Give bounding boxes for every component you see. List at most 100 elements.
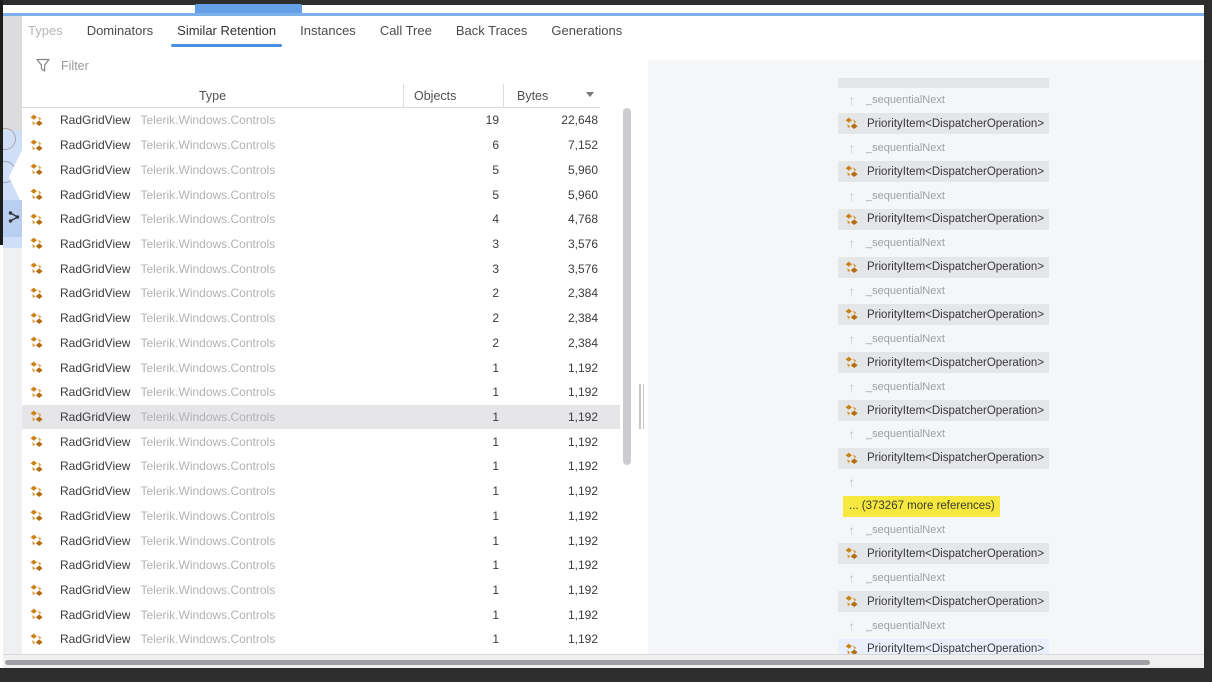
column-header-bytes[interactable]: Bytes [503, 84, 600, 107]
type-name: RadGridView [60, 583, 131, 598]
table-row[interactable]: RadGridView Telerik.Windows.Controls 1 1,19… [22, 553, 620, 578]
retention-node-label: PriorityItem<DispatcherOperation> [867, 547, 1045, 560]
filter-placeholder[interactable]: Filter [61, 59, 89, 73]
tab-call-tree[interactable]: Call Tree [380, 22, 432, 39]
retention-node-label: PriorityItem<DispatcherOperation> [867, 308, 1045, 321]
table-vertical-scrollbar[interactable] [623, 108, 631, 465]
retention-node[interactable]: PriorityItem<DispatcherOperation> [838, 400, 1049, 422]
retention-node[interactable]: PriorityItem<DispatcherOperation> [838, 304, 1049, 326]
tab-types[interactable]: Types [28, 22, 63, 39]
arrow-up-icon: ↑ [848, 139, 855, 156]
type-namespace: Telerik.Windows.Controls [140, 162, 276, 177]
table-row[interactable]: RadGridView Telerik.Windows.Controls 3 3,57… [22, 256, 620, 281]
table-row[interactable]: RadGridView Telerik.Windows.Controls 1 1,19… [22, 429, 620, 454]
bytes-value: 1,192 [567, 607, 598, 622]
retention-node[interactable]: PriorityItem<DispatcherOperation> [838, 447, 1049, 469]
class-type-icon [30, 509, 43, 522]
table-row[interactable]: RadGridView Telerik.Windows.Controls 5 5,96… [22, 182, 620, 207]
horizontal-scrollbar[interactable] [3, 654, 1204, 668]
dock-selected-analysis-tile[interactable] [3, 200, 22, 237]
table-row[interactable]: RadGridView Telerik.Windows.Controls 4 4,76… [22, 207, 620, 232]
retention-node-wrap: PriorityItem<DispatcherOperation> [838, 446, 1049, 470]
objects-value: 1 [492, 360, 499, 375]
more-references-label: ... (373267 more references) [849, 500, 995, 513]
class-type-icon [30, 534, 43, 547]
arrow-up-icon: ↑ [848, 187, 855, 204]
filter-funnel-icon [36, 58, 50, 72]
retention-node-label: PriorityItem<DispatcherOperation> [867, 356, 1045, 369]
retention-node-partial[interactable] [838, 78, 1049, 88]
type-namespace: Telerik.Windows.Controls [140, 286, 276, 301]
class-type-icon [30, 485, 43, 498]
class-type-icon [845, 452, 858, 464]
table-row[interactable]: RadGridView Telerik.Windows.Controls 1 1,19… [22, 355, 620, 380]
table-row[interactable]: RadGridView Telerik.Windows.Controls 6 7,15… [22, 133, 620, 158]
class-type-icon [845, 165, 858, 178]
retention-node[interactable]: PriorityItem<DispatcherOperation> [838, 543, 1049, 565]
retention-node[interactable]: PriorityItem<DispatcherOperation> [838, 161, 1049, 183]
table-row[interactable]: RadGridView Telerik.Windows.Controls 1 1,19… [22, 404, 620, 430]
retention-node[interactable]: PriorityItem<DispatcherOperation> [838, 256, 1049, 278]
type-namespace: Telerik.Windows.Controls [140, 508, 276, 523]
retention-node[interactable]: PriorityItem<DispatcherOperation> [838, 208, 1049, 230]
bytes-value: 22,648 [561, 113, 598, 128]
table-row[interactable]: RadGridView Telerik.Windows.Controls 2 2,38… [22, 330, 620, 355]
table-row[interactable]: RadGridView Telerik.Windows.Controls 1 1,19… [22, 380, 620, 405]
table-row[interactable]: RadGridView Telerik.Windows.Controls 1 1,19… [22, 504, 620, 529]
objects-value: 1 [492, 632, 499, 647]
tab-instances[interactable]: Instances [300, 22, 356, 39]
table-row[interactable]: RadGridView Telerik.Windows.Controls 1 1,19… [22, 479, 620, 504]
bytes-value: 7,152 [567, 138, 598, 153]
retention-node-selected[interactable]: PriorityItem<DispatcherOperation> [838, 638, 1049, 655]
type-name: RadGridView [60, 632, 131, 647]
table-row[interactable]: RadGridView Telerik.Windows.Controls 1 1,19… [22, 578, 620, 603]
class-type-icon [845, 547, 858, 560]
tab-back-traces[interactable]: Back Traces [456, 22, 528, 39]
reference-field-label: _sequentialNext [866, 285, 945, 298]
retention-node[interactable]: PriorityItem<DispatcherOperation> [838, 591, 1049, 613]
table-row[interactable]: RadGridView Telerik.Windows.Controls 1 1,19… [22, 602, 620, 627]
class-type-icon [30, 237, 43, 250]
retention-node-label: PriorityItem<DispatcherOperation> [867, 117, 1045, 130]
table-row[interactable]: RadGridView Telerik.Windows.Controls 5 5,96… [22, 157, 620, 182]
bottom-chrome-bar [0, 668, 1212, 682]
type-namespace: Telerik.Windows.Controls [140, 533, 276, 548]
retention-more-wrap: ... (373267 more references) [838, 494, 1049, 518]
column-header-objects[interactable]: Objects [403, 84, 503, 107]
type-namespace: Telerik.Windows.Controls [140, 335, 276, 350]
table-row[interactable]: RadGridView Telerik.Windows.Controls 1 1,19… [22, 528, 620, 553]
filter-control[interactable]: Filter [36, 58, 89, 73]
class-type-icon [30, 336, 43, 349]
panel-splitter-handle[interactable] [639, 384, 645, 429]
objects-value: 19 [485, 113, 499, 128]
horizontal-scrollbar-thumb[interactable] [5, 660, 1150, 665]
objects-value: 3 [492, 236, 499, 251]
tab-generations[interactable]: Generations [551, 22, 622, 39]
retention-link: ↑ _sequentialNext [838, 136, 1049, 160]
table-row[interactable]: RadGridView Telerik.Windows.Controls 2 2,38… [22, 281, 620, 306]
tab-similar-retention[interactable]: Similar Retention [171, 22, 283, 47]
bytes-value: 1,192 [567, 459, 598, 474]
column-header-type[interactable]: Type [22, 84, 403, 107]
table-row[interactable]: RadGridView Telerik.Windows.Controls 2 2,38… [22, 306, 620, 331]
retention-link: ↑ _sequentialNext [838, 614, 1049, 638]
memory-profiler-window: Types Dominators Similar Retention Instance… [0, 0, 1212, 682]
bytes-value: 1,192 [567, 508, 598, 523]
bytes-value: 3,576 [567, 236, 598, 251]
sort-direction-icon[interactable] [586, 92, 594, 97]
objects-value: 1 [492, 508, 499, 523]
more-references-highlight[interactable]: ... (373267 more references) [843, 495, 1000, 517]
tab-dominators[interactable]: Dominators [87, 22, 153, 39]
table-row[interactable]: RadGridView Telerik.Windows.Controls 19 22,… [22, 108, 620, 133]
table-row[interactable]: RadGridView Telerik.Windows.Controls 1 1,19… [22, 627, 620, 652]
retention-link: ↑ _sequentialNext [838, 184, 1049, 208]
table-row[interactable]: RadGridView Telerik.Windows.Controls 1 1,19… [22, 454, 620, 479]
retention-link: ↑ _sequentialNext [838, 88, 1049, 112]
dock-strip-upper [3, 16, 22, 130]
table-row[interactable]: RadGridView Telerik.Windows.Controls 3 3,57… [22, 232, 620, 257]
type-name: RadGridView [60, 459, 131, 474]
arrow-up-icon: ↑ [848, 235, 855, 252]
retention-node[interactable]: PriorityItem<DispatcherOperation> [838, 352, 1049, 374]
retention-node[interactable]: PriorityItem<DispatcherOperation> [838, 113, 1049, 135]
retention-link: ↑ _sequentialNext [838, 231, 1049, 255]
